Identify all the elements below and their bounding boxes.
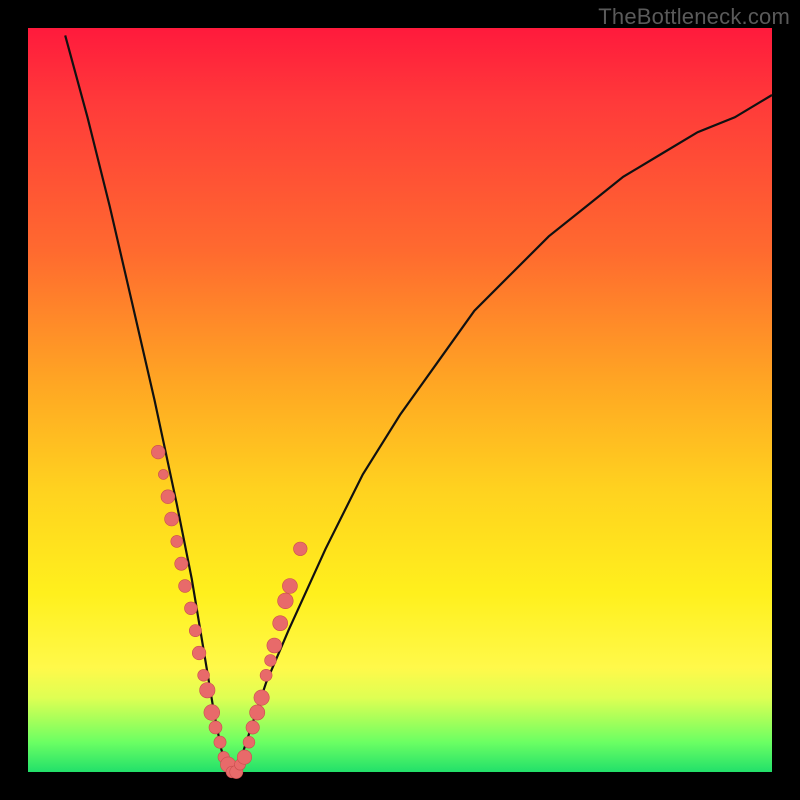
sample-dot [282,579,297,594]
sample-dot [171,535,183,547]
sample-dot [175,557,188,570]
dots-group [151,445,307,778]
plot-area [28,28,772,772]
sample-dot [198,669,210,681]
sample-dot [214,736,226,748]
sample-dot [237,750,251,764]
sample-dot [267,638,282,653]
sample-dot [204,705,220,721]
sample-dot [185,602,198,615]
chart-frame: TheBottleneck.com [0,0,800,800]
sample-dot [209,721,222,734]
sample-dot [179,580,192,593]
sample-dot [158,469,168,479]
sample-dot [200,683,215,698]
sample-dot [192,646,206,660]
sample-dot [250,705,265,720]
sample-dot [273,616,288,631]
sample-dot [161,490,175,504]
sample-dot [260,669,272,681]
sample-dot [243,736,255,748]
bottleneck-curve [65,35,772,772]
sample-dot [278,593,294,609]
sample-dot [246,721,259,734]
watermark-text: TheBottleneck.com [598,4,790,30]
sample-dot [189,625,201,637]
sample-dot [165,512,179,526]
sample-dot [294,542,308,556]
curve-svg [28,28,772,772]
sample-dot [254,690,269,705]
sample-dot [265,655,277,667]
sample-dot [151,445,165,459]
